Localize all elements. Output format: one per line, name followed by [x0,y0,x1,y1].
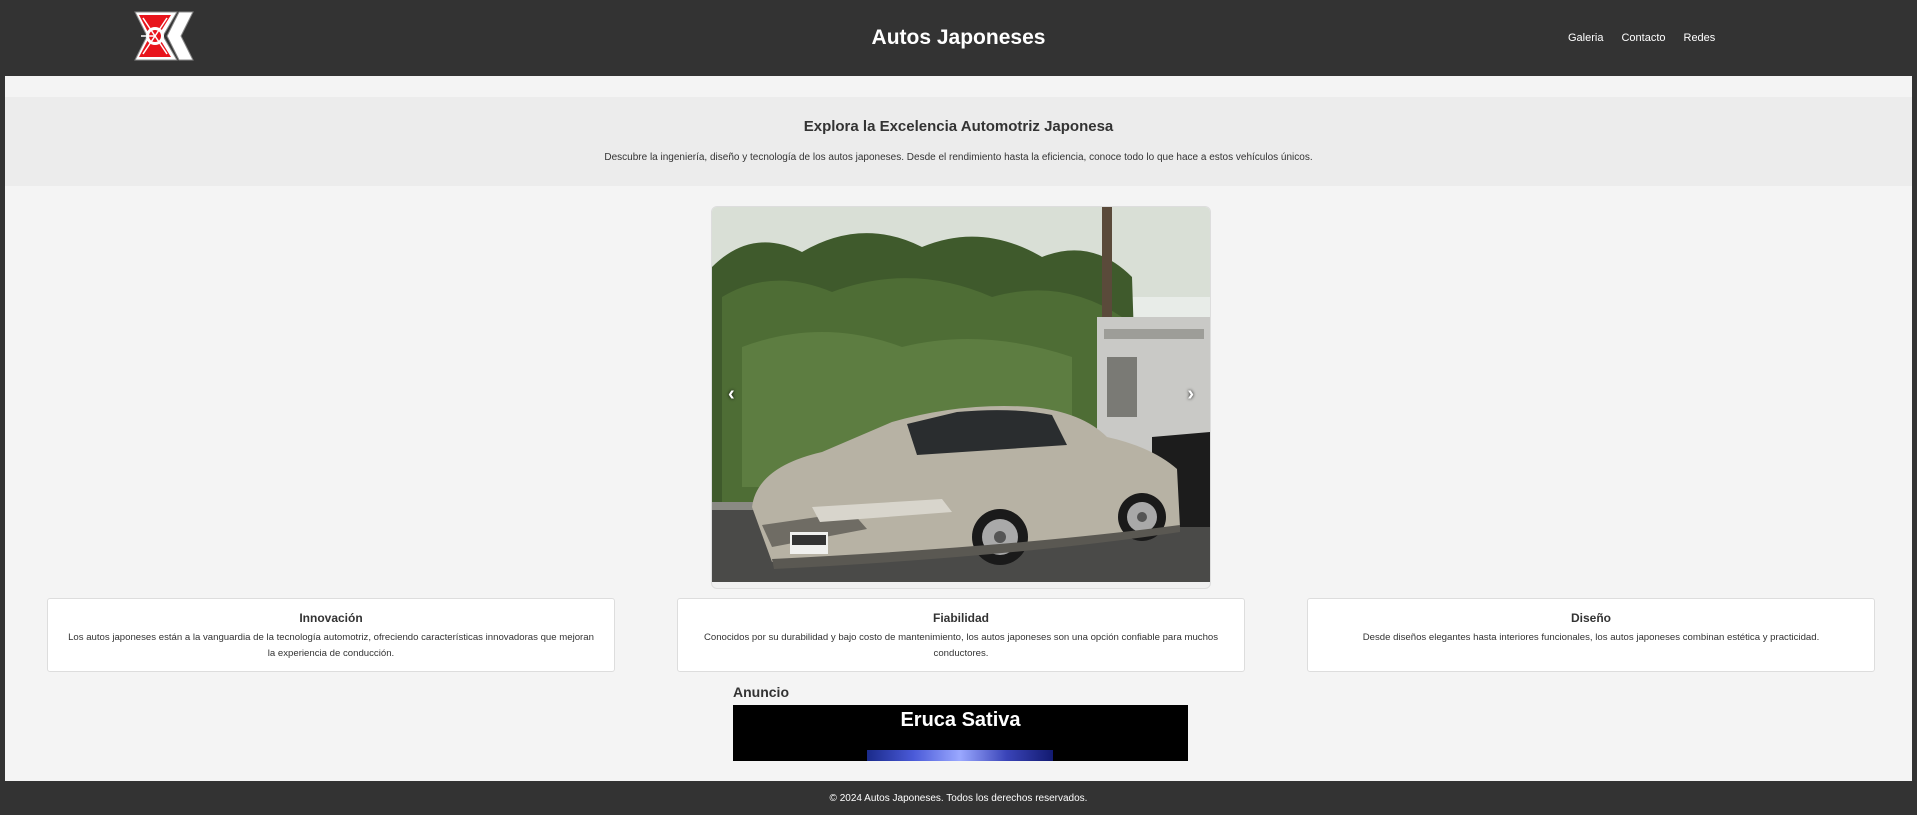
carousel-prev-button[interactable]: ‹ [728,383,735,406]
image-carousel[interactable]: ‹ › [711,206,1211,589]
ad-banner[interactable]: Eruca Sativa [733,705,1188,761]
footer-text: © 2024 Autos Japoneses. Todos los derech… [829,793,1088,804]
feature-title: Fiabilidad [932,611,989,625]
hero-section: Explora la Excelencia Automotriz Japones… [5,97,1912,186]
feature-title: Innovación [299,611,363,625]
site-header: Autos Japoneses Galeria Contacto Redes [5,0,1912,76]
hero-text: Descubre la ingeniería, diseño y tecnolo… [604,152,1313,163]
site-footer: © 2024 Autos Japoneses. Todos los derech… [5,781,1912,815]
ad-heading: Anuncio [733,684,789,700]
feature-card-fiabilidad: Fiabilidad Conocidos por su durabilidad … [677,598,1245,672]
nav-link-contacto[interactable]: Contacto [1621,32,1665,44]
hero-heading: Explora la Excelencia Automotriz Japones… [803,118,1114,135]
feature-text: Conocidos por su durabilidad y bajo cost… [703,632,1219,659]
nav-link-redes[interactable]: Redes [1684,32,1716,44]
feature-title: Diseño [1570,611,1611,625]
feature-card-diseno: Diseño Desde diseños elegantes hasta int… [1307,598,1875,672]
ad-name: Eruca Sativa [900,709,1021,731]
carousel-car-photo [712,207,1210,582]
feature-text: Desde diseños elegantes hasta interiores… [1362,632,1820,643]
carousel-next-button[interactable]: › [1187,383,1194,406]
main-nav: Galeria Contacto Redes [1568,32,1715,44]
ad-image [867,750,1053,761]
feature-text: Los autos japoneses están a la vanguardi… [68,632,594,659]
page: Autos Japoneses Galeria Contacto Redes E… [5,0,1912,815]
nav-link-galeria[interactable]: Galeria [1568,32,1603,44]
feature-card-innovacion: Innovación Los autos japoneses están a l… [47,598,615,672]
